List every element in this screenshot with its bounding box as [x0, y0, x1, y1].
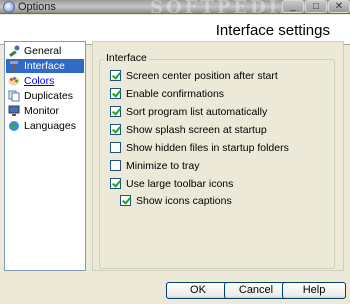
- close-icon: ✕: [334, 1, 344, 12]
- title-bar[interactable]: Options SOFTPEDIA _ □ ✕: [0, 0, 350, 18]
- ok-button[interactable]: OK: [166, 282, 230, 299]
- nav-item-duplicates[interactable]: Duplicates: [6, 89, 84, 103]
- minimize-icon: _: [290, 1, 296, 12]
- checkbox[interactable]: [110, 142, 121, 153]
- nav-item-label: Languages: [24, 120, 76, 132]
- option-label: Show icons captions: [136, 195, 232, 207]
- minimize-button[interactable]: _: [282, 0, 304, 13]
- nav-item-label: Duplicates: [24, 90, 74, 102]
- app-icon: [3, 1, 15, 13]
- checkbox[interactable]: [110, 178, 121, 189]
- nav-item-general[interactable]: General: [6, 44, 84, 58]
- nav-item-label: General: [24, 45, 62, 57]
- option-label: Enable confirmations: [126, 88, 225, 100]
- nav-item-label: Interface: [24, 60, 65, 72]
- nav-item-label: Colors: [24, 75, 55, 87]
- duplicate-icon: [8, 90, 20, 102]
- option-label: Use large toolbar icons: [126, 178, 234, 190]
- option-label: Show splash screen at startup: [126, 124, 267, 136]
- maximize-button[interactable]: □: [305, 0, 327, 13]
- help-button[interactable]: Help: [282, 282, 346, 299]
- checkbox[interactable]: [110, 106, 121, 117]
- checkbox[interactable]: [110, 124, 121, 135]
- page-title: Interface settings: [215, 22, 330, 39]
- nav-item-monitor[interactable]: Monitor: [6, 104, 84, 118]
- close-button[interactable]: ✕: [328, 0, 350, 13]
- nav-item-languages[interactable]: Languages: [6, 119, 84, 133]
- option-label: Screen center position after start: [126, 70, 278, 82]
- palette-icon: [8, 76, 20, 86]
- option-label: Minimize to tray: [126, 160, 200, 172]
- maximize-icon: □: [312, 1, 320, 12]
- wrench-icon: [9, 45, 20, 57]
- option-label: Show hidden files in startup folders: [126, 142, 289, 154]
- checkbox[interactable]: [110, 70, 121, 81]
- hammer-icon: [10, 61, 18, 72]
- cancel-button[interactable]: Cancel: [224, 282, 288, 299]
- nav-item-colors[interactable]: Colors: [6, 74, 84, 88]
- nav-item-interface[interactable]: Interface: [6, 59, 84, 73]
- nav-item-label: Monitor: [24, 105, 60, 117]
- option-label: Sort program list automatically: [126, 106, 268, 118]
- checkbox[interactable]: [110, 160, 121, 171]
- checkbox[interactable]: [110, 88, 121, 99]
- settings-nav: General Interface Colors Duplicates Moni…: [4, 41, 86, 271]
- globe-icon: [9, 121, 19, 131]
- group-label: Interface: [104, 52, 149, 64]
- window-title: Options: [18, 1, 56, 13]
- monitor-icon: [8, 105, 20, 116]
- checkbox[interactable]: [120, 195, 131, 206]
